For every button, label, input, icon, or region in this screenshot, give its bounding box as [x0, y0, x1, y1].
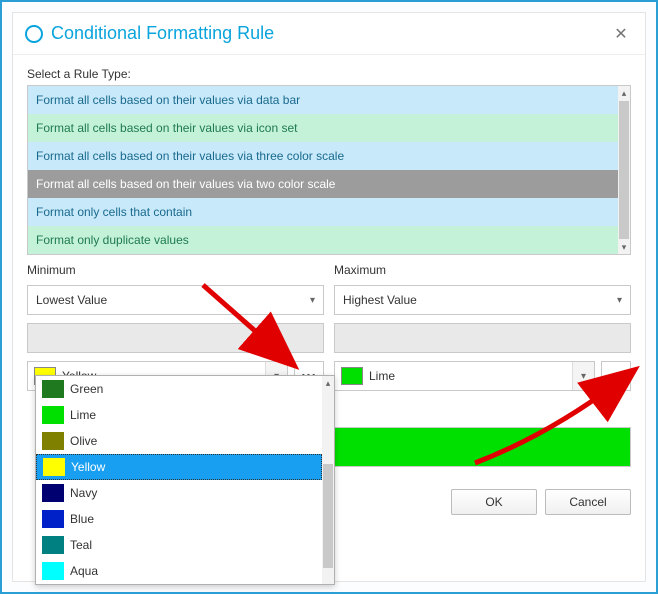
minimum-label: Minimum: [27, 263, 324, 277]
maximum-color-more-button[interactable]: •••: [601, 361, 631, 391]
color-option[interactable]: Aqua: [36, 558, 322, 584]
rule-type-item[interactable]: Format all cells based on their values v…: [28, 142, 618, 170]
color-option[interactable]: Teal: [36, 532, 322, 558]
color-option-label: Lime: [70, 408, 96, 422]
maximum-label: Maximum: [334, 263, 631, 277]
color-option-swatch: [42, 510, 64, 528]
preview-bar: [334, 427, 631, 467]
color-option[interactable]: Blue: [36, 506, 322, 532]
maximum-color-row: Lime ▾ •••: [334, 361, 631, 391]
color-dropdown-list[interactable]: Green Lime Olive Yellow Navy Blue Teal Aqua: [36, 376, 322, 584]
minimum-type-value: Lowest Value: [36, 293, 310, 307]
color-option[interactable]: Lime: [36, 402, 322, 428]
rule-type-scrollbar[interactable]: ▴ ▾: [618, 86, 630, 254]
color-option-swatch: [43, 458, 65, 476]
color-option-swatch: [42, 484, 64, 502]
rule-type-item[interactable]: Format all cells based on their values v…: [28, 170, 618, 198]
maximum-color-chevron-button[interactable]: ▾: [572, 362, 594, 390]
color-option-label: Olive: [70, 434, 97, 448]
color-option-label: Navy: [70, 486, 97, 500]
color-option-label: Yellow: [71, 460, 105, 474]
maximum-color-name: Lime: [369, 369, 566, 383]
dialog-title: Conditional Formatting Rule: [51, 23, 609, 44]
maximum-type-dropdown[interactable]: Highest Value ▾: [334, 285, 631, 315]
color-option[interactable]: Green: [36, 376, 322, 402]
color-option-label: Green: [70, 382, 103, 396]
maximum-color-swatch: [341, 367, 363, 385]
chevron-down-icon: ▾: [581, 371, 586, 382]
rule-type-item[interactable]: Format all cells based on their values v…: [28, 86, 618, 114]
cancel-button[interactable]: Cancel: [545, 489, 631, 515]
color-option[interactable]: Yellow: [36, 454, 322, 480]
rule-type-label: Select a Rule Type:: [27, 67, 631, 81]
rule-type-list[interactable]: Format all cells based on their values v…: [28, 86, 618, 254]
color-dropdown-scrollbar[interactable]: ▴ ▾: [322, 376, 334, 584]
dialog-buttons: OK Cancel: [334, 489, 631, 515]
color-option[interactable]: Olive: [36, 428, 322, 454]
rule-type-item[interactable]: Format all cells based on their values v…: [28, 114, 618, 142]
color-option-label: Teal: [70, 538, 92, 552]
dialog-window: Conditional Formatting Rule ✕ Select a R…: [12, 12, 646, 582]
color-option-swatch: [42, 432, 64, 450]
titlebar: Conditional Formatting Rule ✕: [13, 13, 645, 55]
color-option-swatch: [42, 562, 64, 580]
app-logo-icon: [25, 25, 43, 43]
chevron-down-icon: ▾: [310, 295, 315, 306]
maximum-column: Maximum Highest Value ▾ Lime ▾ ••• O: [334, 263, 631, 515]
maximum-value-input[interactable]: [334, 323, 631, 353]
color-option[interactable]: Navy: [36, 480, 322, 506]
scroll-thumb[interactable]: [619, 101, 629, 239]
rule-type-list-container: Format all cells based on their values v…: [27, 85, 631, 255]
rule-type-item[interactable]: Format only cells that contain: [28, 198, 618, 226]
chevron-down-icon: ▾: [617, 295, 622, 306]
color-option-label: Blue: [70, 512, 94, 526]
color-option-swatch: [42, 406, 64, 424]
color-option-swatch: [42, 380, 64, 398]
maximum-type-value: Highest Value: [343, 293, 617, 307]
color-dropdown-popup[interactable]: Green Lime Olive Yellow Navy Blue Teal Aqua ▴ ▾: [35, 375, 335, 585]
rule-type-item[interactable]: Format only duplicate values: [28, 226, 618, 254]
close-button[interactable]: ✕: [609, 22, 633, 46]
minimum-type-dropdown[interactable]: Lowest Value ▾: [27, 285, 324, 315]
ok-button[interactable]: OK: [451, 489, 537, 515]
scroll-up-icon[interactable]: ▴: [322, 376, 334, 390]
maximum-color-dropdown[interactable]: Lime ▾: [334, 361, 595, 391]
color-option-label: Aqua: [70, 564, 98, 578]
screenshot-frame: Conditional Formatting Rule ✕ Select a R…: [0, 0, 658, 594]
color-option-swatch: [42, 536, 64, 554]
scroll-thumb[interactable]: [323, 464, 333, 568]
scroll-down-icon[interactable]: ▾: [618, 240, 630, 254]
minimum-value-input[interactable]: [27, 323, 324, 353]
scroll-up-icon[interactable]: ▴: [618, 86, 630, 100]
